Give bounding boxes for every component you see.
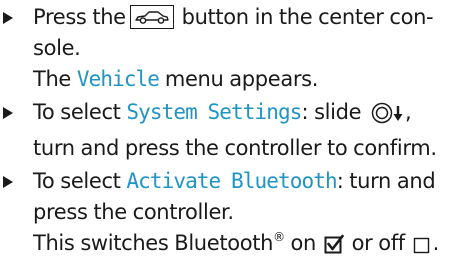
registered-trademark: ®: [273, 230, 285, 244]
step-result: This switches Bluetooth® on or off .: [33, 228, 455, 263]
result-text: menu appears.: [159, 67, 319, 91]
triangle-bullet-icon: [3, 176, 13, 188]
instruction-list: Press the button in the center con- sole…: [0, 2, 455, 263]
checkbox-checked-icon: [324, 232, 344, 263]
triangle-bullet-icon: [3, 12, 13, 24]
step-text: button in the center con-: [181, 5, 434, 29]
step-text: To select: [33, 169, 127, 193]
step-text: ,: [405, 100, 412, 124]
step-line: To select Activate Bluetooth: turn and: [33, 166, 455, 197]
step-text-continued: turn and press the controller to confirm…: [33, 136, 437, 160]
checkbox-unchecked-icon: [413, 232, 431, 263]
result-text: The: [33, 67, 77, 91]
step-text: Press the: [33, 5, 126, 29]
instruction-step-select-system-settings: To select System Settings: slide , turn …: [0, 97, 455, 164]
activate-bluetooth-label: Activate Bluetooth: [126, 169, 337, 193]
vehicle-menu-label: Vehicle: [76, 67, 160, 91]
triangle-bullet-icon: [3, 107, 13, 119]
system-settings-label: System Settings: [126, 100, 302, 124]
step-text-continued: sole.: [33, 36, 81, 60]
step-text-continued: press the controller.: [33, 200, 234, 224]
step-line: To select System Settings: slide ,: [33, 97, 455, 133]
result-text: on: [284, 231, 322, 255]
step-text: : turn and: [336, 169, 436, 193]
result-text: .: [432, 231, 440, 255]
step-result: The Vehicle menu appears.: [33, 64, 455, 95]
result-text: or off: [345, 231, 411, 255]
step-text: : slide: [301, 100, 368, 124]
controller-slide-down-icon: [371, 102, 405, 133]
car-button-icon: [129, 5, 174, 29]
step-text: To select: [33, 100, 127, 124]
instruction-step-activate-bluetooth: To select Activate Bluetooth: turn and p…: [0, 166, 455, 263]
result-text: This switches Bluetooth: [33, 231, 274, 255]
instruction-step-press-vehicle-button: Press the button in the center con- sole…: [0, 2, 455, 95]
step-line: Press the button in the center con-: [33, 2, 455, 33]
